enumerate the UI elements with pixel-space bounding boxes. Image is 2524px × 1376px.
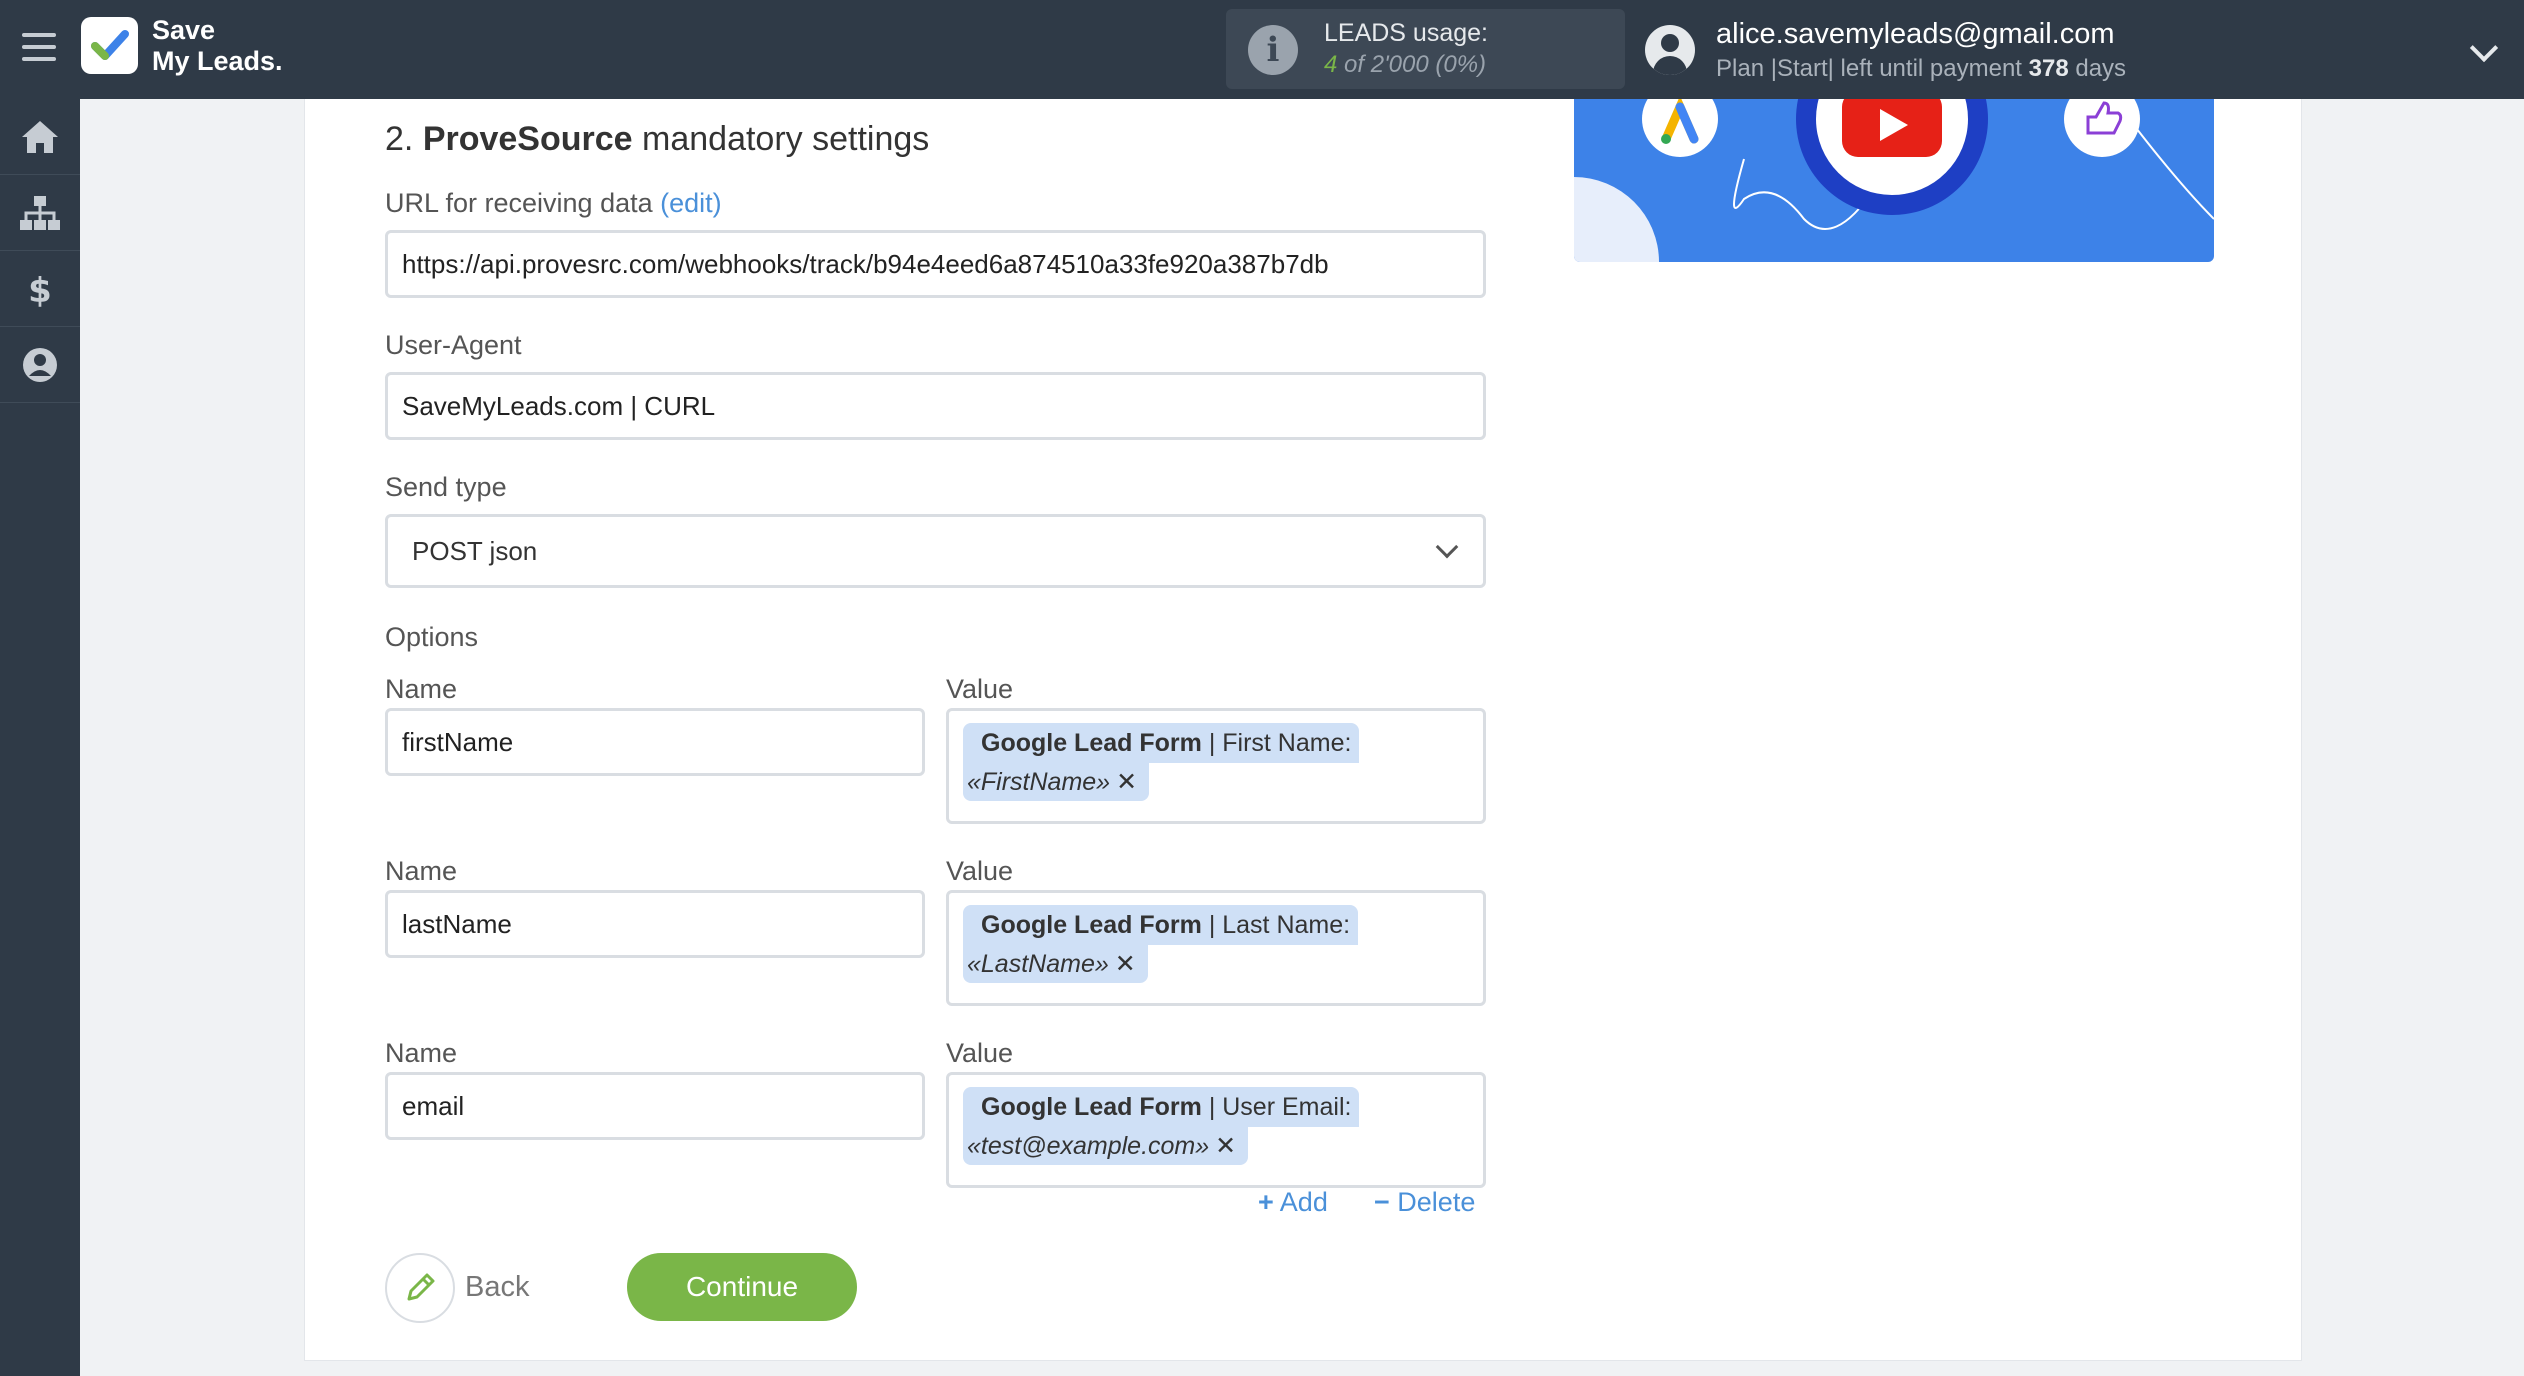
value-chip-variable: «test@example.com» ✕ bbox=[963, 1127, 1249, 1165]
user-agent-label: User-Agent bbox=[385, 330, 522, 360]
name-label: Name bbox=[385, 674, 458, 704]
option-value-field[interactable]: Google Lead Form | Last Name: «LastName»… bbox=[946, 890, 1486, 1006]
chevron-down-icon[interactable] bbox=[2469, 33, 2499, 63]
logo-text[interactable]: Save My Leads. bbox=[152, 15, 283, 77]
url-label: URL for receiving data (edit) bbox=[385, 188, 722, 218]
value-chip-variable: «FirstName» ✕ bbox=[963, 763, 1150, 801]
send-type-select[interactable]: POST json bbox=[385, 514, 1486, 588]
section-title: 2. ProveSource mandatory settings bbox=[385, 120, 930, 158]
minus-icon: − bbox=[1374, 1187, 1390, 1217]
pencil-icon bbox=[407, 1273, 435, 1301]
sidebar-item-account[interactable] bbox=[0, 327, 80, 403]
menu-icon[interactable] bbox=[22, 33, 56, 61]
back-button[interactable] bbox=[385, 1253, 455, 1323]
value-chip: Google Lead Form | User Email: bbox=[963, 1087, 1360, 1127]
sidebar-item-connections[interactable] bbox=[0, 175, 80, 251]
add-option-button[interactable]: + Add bbox=[1258, 1187, 1328, 1218]
user-agent-input[interactable]: SaveMyLeads.com | CURL bbox=[385, 372, 1486, 440]
remove-chip-icon[interactable]: ✕ bbox=[1115, 950, 1136, 978]
promo-banner bbox=[1574, 99, 2214, 262]
url-input[interactable]: https://api.provesrc.com/webhooks/track/… bbox=[385, 230, 1486, 298]
leads-usage-panel: i LEADS usage: 4 of 2'000 (0%) bbox=[1226, 9, 1625, 89]
home-icon bbox=[22, 120, 58, 153]
option-name-input[interactable]: lastName bbox=[385, 890, 925, 958]
option-value-field[interactable]: Google Lead Form | First Name: «FirstNam… bbox=[946, 708, 1486, 824]
value-chip: Google Lead Form | Last Name: bbox=[963, 905, 1359, 945]
sidebar-item-billing[interactable]: $ bbox=[0, 251, 80, 327]
value-label: Value bbox=[946, 674, 1014, 704]
value-chip-variable: «LastName» ✕ bbox=[963, 945, 1148, 983]
url-edit-link[interactable]: (edit) bbox=[660, 188, 722, 218]
user-email[interactable]: alice.savemyleads@gmail.com bbox=[1716, 18, 2115, 51]
value-label: Value bbox=[946, 1038, 1014, 1068]
sidebar-item-home[interactable] bbox=[0, 99, 80, 175]
name-label: Name bbox=[385, 1038, 458, 1068]
remove-chip-icon[interactable]: ✕ bbox=[1116, 768, 1137, 796]
usage-value: 4 of 2'000 (0%) bbox=[1324, 51, 1487, 78]
user-icon bbox=[23, 347, 57, 382]
top-bar: Save My Leads. i LEADS usage: 4 of 2'000… bbox=[0, 0, 2524, 99]
remove-chip-icon[interactable]: ✕ bbox=[1215, 1132, 1236, 1160]
name-label: Name bbox=[385, 856, 458, 886]
back-label[interactable]: Back bbox=[465, 1271, 529, 1304]
sidebar: $ bbox=[0, 99, 80, 1376]
send-type-label: Send type bbox=[385, 472, 507, 502]
chevron-down-icon bbox=[1435, 535, 1459, 559]
logo-icon[interactable] bbox=[81, 17, 138, 74]
sitemap-icon bbox=[20, 195, 60, 230]
usage-label: LEADS usage: bbox=[1324, 19, 1488, 47]
avatar[interactable] bbox=[1645, 25, 1695, 75]
option-name-input[interactable]: email bbox=[385, 1072, 925, 1140]
svg-text:$: $ bbox=[28, 271, 52, 308]
option-value-field[interactable]: Google Lead Form | User Email: «test@exa… bbox=[946, 1072, 1486, 1188]
value-chip: Google Lead Form | First Name: bbox=[963, 723, 1360, 763]
option-name-input[interactable]: firstName bbox=[385, 708, 925, 776]
info-icon: i bbox=[1248, 25, 1298, 75]
continue-button[interactable]: Continue bbox=[627, 1253, 857, 1321]
plan-info: Plan |Start| left until payment 378 days bbox=[1716, 55, 2127, 82]
dollar-icon: $ bbox=[28, 271, 52, 308]
options-label: Options bbox=[385, 622, 479, 652]
delete-option-button[interactable]: − Delete bbox=[1374, 1187, 1475, 1218]
value-label: Value bbox=[946, 856, 1014, 886]
plus-icon: + bbox=[1258, 1187, 1274, 1217]
